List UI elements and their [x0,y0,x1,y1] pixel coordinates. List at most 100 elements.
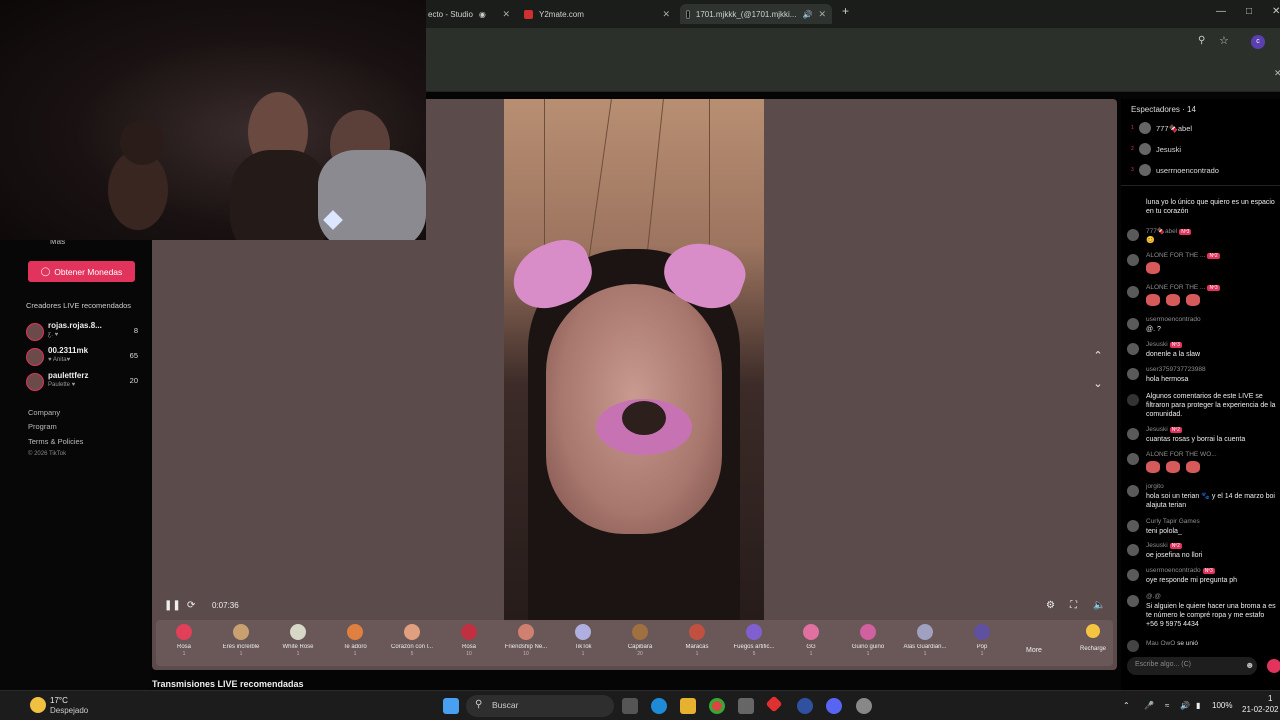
weather-description[interactable]: Despejado [50,706,88,715]
message-user[interactable]: jorgito [1146,483,1164,490]
audio-icon[interactable]: 🔊 [802,10,812,19]
gift-item[interactable]: Maracas 1 [669,624,725,664]
gift-item[interactable]: Friendship Ne... 10 [498,624,554,664]
minimize-button[interactable]: — [1216,6,1226,17]
taskbar-search[interactable]: ⚲ Buscar [466,695,614,717]
creator-item[interactable]: paulettferz Paulette ♥ 20 [26,371,138,391]
battery-percent[interactable]: 100% [1212,701,1232,710]
wifi-icon[interactable]: ≈ [1165,701,1169,710]
edge-icon[interactable] [651,698,667,714]
clock-date[interactable]: 21-02-202 [1242,705,1278,714]
gift-item[interactable]: White Rose 1 [270,624,326,664]
discord-icon[interactable] [826,698,842,714]
search-icon[interactable]: ⚲ [1198,35,1205,46]
close-icon[interactable]: ✕ [1274,68,1280,79]
weather-temperature[interactable]: 17°C [50,696,68,705]
viewers-title[interactable]: Espectadores · 14 [1131,105,1196,114]
store-icon[interactable] [738,698,754,714]
avatar[interactable] [1127,544,1139,556]
footer-link-terms[interactable]: Terms & Policies [28,437,83,446]
volume-icon[interactable]: 🔊 [1180,701,1190,710]
message-user[interactable]: 777🍫abel [1146,228,1177,235]
message-user[interactable]: userrnoencontrado [1146,316,1201,323]
creator-item[interactable]: rojas.rojas.8... ƹ. ♥ 8 [26,321,138,341]
gift-item[interactable]: Pop 1 [954,624,1010,664]
previous-live-button[interactable]: ⌃ [1089,347,1107,365]
gift-item[interactable]: Alas Guardian... 1 [897,624,953,664]
chevron-up-icon[interactable]: ⌃ [1123,701,1130,710]
message-user[interactable]: Mau OwO [1146,640,1175,647]
record-icon[interactable]: ◉ [479,10,486,19]
gift-item[interactable]: Eres increíble 1 [213,624,269,664]
pause-button[interactable]: ❚❚ [164,600,181,611]
chrome-icon[interactable] [709,698,725,714]
message-user[interactable]: Jesuski [1146,426,1168,433]
gift-item[interactable]: Corazón con l... 5 [384,624,440,664]
new-tab-button[interactable]: + [842,4,849,18]
avatar[interactable] [1127,286,1139,298]
footer-link-company[interactable]: Company [28,408,60,417]
recharge-button[interactable]: Recharge [1074,624,1112,664]
live-video[interactable] [504,99,764,620]
footer-link-program[interactable]: Program [28,422,57,431]
avatar[interactable] [1127,428,1139,440]
avatar[interactable] [1127,343,1139,355]
clock-time[interactable]: 1 [1268,694,1272,703]
close-tab-icon[interactable]: ✕ [502,9,510,20]
gift-item[interactable]: Rosa 10 [441,624,497,664]
creator-item[interactable]: 00.2311mk ♥ Anita♥ 65 [26,346,138,366]
gift-item[interactable]: Te adoro 1 [327,624,383,664]
browser-tab-studio[interactable]: ecto - Studio ◉ ✕ [428,4,510,24]
file-explorer-icon[interactable] [680,698,696,714]
chat-input[interactable]: Escribe algo... (C) [1127,657,1257,675]
message-user[interactable]: Curly Tapir Games [1146,518,1200,525]
avatar[interactable] [1127,520,1139,532]
message-user[interactable]: ALONE FOR THE WO... [1146,451,1217,458]
close-window-button[interactable]: ✕ [1272,6,1280,17]
gift-item[interactable]: Capibara 20 [612,624,668,664]
avatar[interactable] [1127,569,1139,581]
gift-item[interactable]: Guiño guiño 1 [840,624,896,664]
avatar[interactable] [1127,453,1139,465]
message-user[interactable]: ALONE FOR THE ... [1146,252,1205,259]
volume-icon[interactable]: 🔈 [1093,600,1105,611]
message-user[interactable]: ALONE FOR THE ... [1146,284,1205,291]
microphone-icon[interactable]: 🎤 [1144,701,1154,710]
avatar[interactable] [1127,640,1139,652]
weather-moon-icon[interactable] [30,697,46,713]
get-coins-button[interactable]: ◯ Obtener Monedas [28,261,135,282]
battery-icon[interactable]: ▮ [1196,701,1200,710]
star-icon[interactable]: ☆ [1219,34,1229,47]
close-tab-icon[interactable]: ✕ [818,9,826,20]
gift-item[interactable]: Fuegos artific... 5 [726,624,782,664]
app-icon[interactable] [797,698,813,714]
avatar[interactable] [1127,368,1139,380]
avatar[interactable] [1127,595,1139,607]
app-icon[interactable] [765,695,783,713]
close-tab-icon[interactable]: ✕ [662,9,670,20]
gift-item[interactable]: Rosa 1 [156,624,212,664]
avatar[interactable] [1127,229,1139,241]
refresh-button[interactable]: ⟳ [187,600,195,611]
message-user[interactable]: Jesuski [1146,341,1168,348]
maximize-button[interactable]: □ [1246,6,1252,17]
browser-tab-y2mate[interactable]: Y2mate.com ✕ [524,4,670,24]
settings-icon[interactable]: ⚙ [1046,600,1055,611]
message-user[interactable]: userrnoencontrado [1146,567,1201,574]
fullscreen-icon[interactable]: ⛶ [1070,600,1077,611]
obs-icon[interactable] [856,698,872,714]
task-view-icon[interactable] [622,698,638,714]
more-gifts-button[interactable]: More [1026,647,1042,654]
avatar[interactable] [1127,485,1139,497]
windows-start-icon[interactable] [443,698,459,714]
gift-item[interactable]: GG 1 [783,624,839,664]
browser-tab-tiktok[interactable]: 1701.mjkkk_(@1701.mjkki... 🔊 ✕ [680,4,832,24]
gift-item[interactable]: TikTok 1 [555,624,611,664]
message-user[interactable]: user3759737723988 [1146,366,1206,373]
avatar[interactable] [1127,254,1139,266]
emoji-icon[interactable]: ☻ [1245,660,1254,670]
message-user[interactable]: @.@ [1146,593,1161,600]
next-live-button[interactable]: ⌄ [1089,375,1107,393]
avatar[interactable] [1127,318,1139,330]
profile-avatar[interactable]: c [1251,35,1265,49]
